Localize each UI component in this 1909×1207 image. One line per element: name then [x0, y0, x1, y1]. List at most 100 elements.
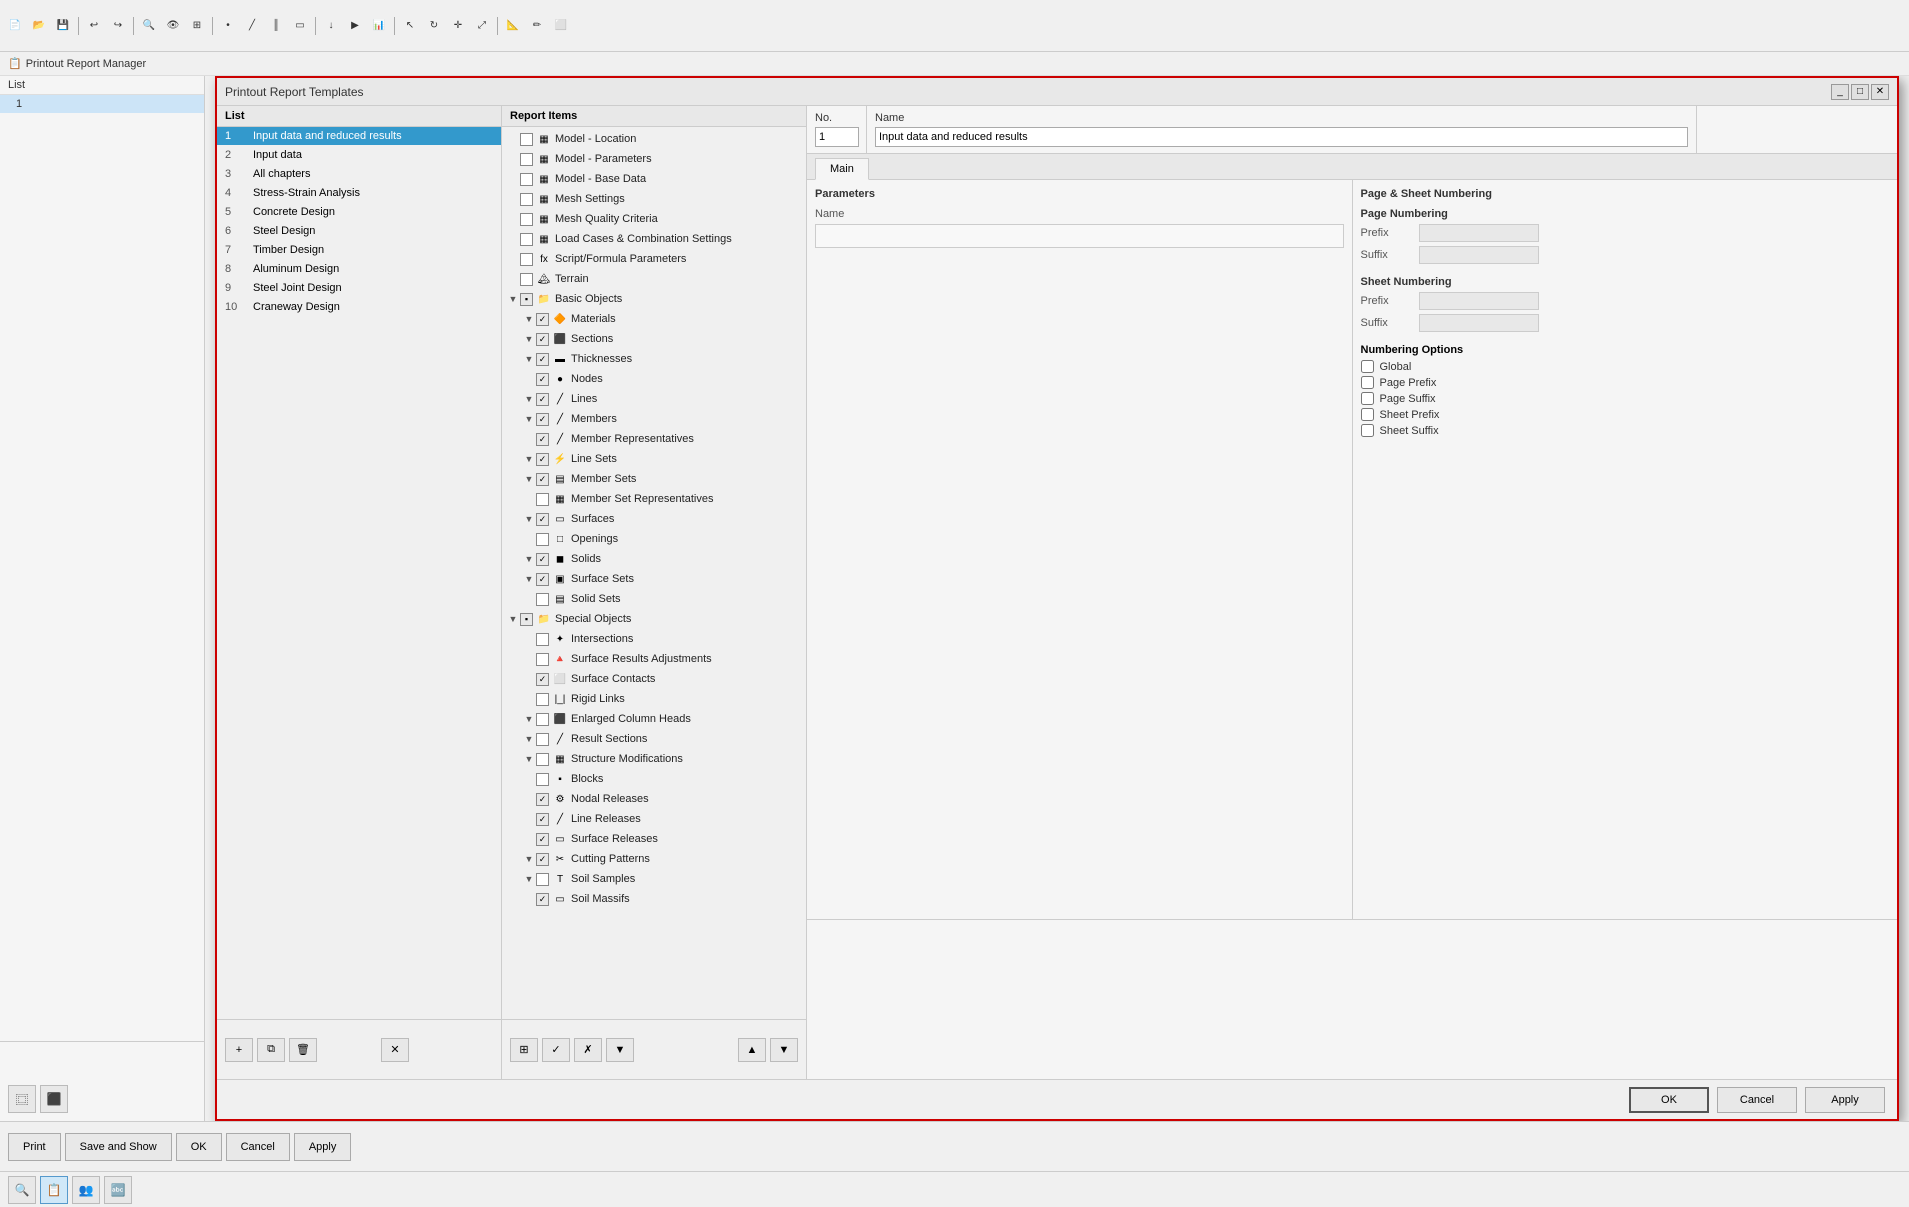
tree-expand-icon[interactable]: ▼: [506, 612, 520, 626]
status-apply-btn[interactable]: Apply: [294, 1133, 352, 1161]
tree-checkbox[interactable]: [520, 233, 533, 246]
tree-item[interactable]: □Openings: [502, 529, 806, 549]
tree-expand-icon[interactable]: ▼: [522, 712, 536, 726]
tree-checkbox[interactable]: ▪: [520, 293, 533, 306]
toolbar-btn-grid[interactable]: ⊞: [186, 15, 208, 37]
toolbar-btn-select[interactable]: ↖: [399, 15, 421, 37]
no-input[interactable]: [815, 127, 859, 147]
tree-item[interactable]: ▦Member Set Representatives: [502, 489, 806, 509]
tree-checkbox[interactable]: [536, 873, 549, 886]
list-item[interactable]: 8Aluminum Design: [217, 260, 501, 279]
sheet-prefix-input[interactable]: [1419, 292, 1539, 310]
tab-main[interactable]: Main: [815, 158, 869, 180]
tree-checkbox[interactable]: [520, 193, 533, 206]
tree-item[interactable]: ✓╱Member Representatives: [502, 429, 806, 449]
tree-checkbox[interactable]: ✓: [536, 393, 549, 406]
tree-item[interactable]: ▼✓╱Lines: [502, 389, 806, 409]
tree-checkbox[interactable]: [520, 173, 533, 186]
tree-expand-icon[interactable]: ▼: [522, 312, 536, 326]
tree-item[interactable]: ▼✓▤Member Sets: [502, 469, 806, 489]
tree-checkbox[interactable]: [536, 653, 549, 666]
tree-checkbox[interactable]: [536, 753, 549, 766]
tree-checkbox[interactable]: [536, 693, 549, 706]
tree-expand-icon[interactable]: ▼: [522, 852, 536, 866]
list-item[interactable]: 9Steel Joint Design: [217, 279, 501, 298]
tree-checkbox[interactable]: ✓: [536, 793, 549, 806]
tree-checkbox[interactable]: [536, 733, 549, 746]
tree-item[interactable]: ▼╱Result Sections: [502, 729, 806, 749]
tree-item[interactable]: ▼✓◼Solids: [502, 549, 806, 569]
list-item[interactable]: 5Concrete Design: [217, 203, 501, 222]
tree-item[interactable]: ▼✓✂Cutting Patterns: [502, 849, 806, 869]
tree-item[interactable]: ▦Model - Parameters: [502, 149, 806, 169]
tree-item[interactable]: ▼✓╱Members: [502, 409, 806, 429]
tree-expand-icon[interactable]: ▼: [522, 552, 536, 566]
app-bar-translate-icon[interactable]: 🔤: [104, 1176, 132, 1204]
tree-checkbox[interactable]: ✓: [536, 453, 549, 466]
tree-expand-btn[interactable]: ⊞: [510, 1038, 538, 1062]
toolbar-btn-member[interactable]: ║: [265, 15, 287, 37]
status-ok-btn[interactable]: OK: [176, 1133, 222, 1161]
tree-checkbox[interactable]: ▪: [520, 613, 533, 626]
list-item[interactable]: 6Steel Design: [217, 222, 501, 241]
tree-checkbox[interactable]: ✓: [536, 573, 549, 586]
report-items-tree[interactable]: ▦Model - Location▦Model - Parameters▦Mod…: [502, 127, 806, 1019]
tree-expand-icon[interactable]: ▼: [522, 472, 536, 486]
opt-sheet-prefix-checkbox[interactable]: [1361, 408, 1374, 421]
list-item[interactable]: 10Craneway Design: [217, 298, 501, 317]
tree-checkbox[interactable]: ✓: [536, 673, 549, 686]
tree-expand-icon[interactable]: ▼: [506, 292, 520, 306]
opt-page-prefix-checkbox[interactable]: [1361, 376, 1374, 389]
opt-sheet-suffix-checkbox[interactable]: [1361, 424, 1374, 437]
tree-checkbox[interactable]: ✓: [536, 553, 549, 566]
tree-checkbox[interactable]: ✓: [536, 333, 549, 346]
toolbar-btn-move[interactable]: ✛: [447, 15, 469, 37]
tree-checkbox[interactable]: ✓: [536, 833, 549, 846]
dialog-ok-btn[interactable]: OK: [1629, 1087, 1709, 1113]
tree-checkbox[interactable]: [536, 593, 549, 606]
dialog-template-list[interactable]: 1Input data and reduced results2Input da…: [217, 127, 501, 1019]
tree-item[interactable]: ✓⬜Surface Contacts: [502, 669, 806, 689]
tree-item[interactable]: ▼✓⚡Line Sets: [502, 449, 806, 469]
dialog-close-btn[interactable]: ✕: [1871, 84, 1889, 100]
tree-expand-icon[interactable]: ▼: [522, 752, 536, 766]
tree-filter-btn[interactable]: ▼: [606, 1038, 634, 1062]
tree-checkbox[interactable]: ✓: [536, 373, 549, 386]
toolbar-btn-section[interactable]: ⬜: [550, 15, 572, 37]
dialog-maximize-btn[interactable]: □: [1851, 84, 1869, 100]
tree-checkbox[interactable]: [520, 253, 533, 266]
dialog-apply-btn[interactable]: Apply: [1805, 1087, 1885, 1113]
tree-item[interactable]: ▼▪📁Special Objects: [502, 609, 806, 629]
tree-item[interactable]: ▼✓▬Thicknesses: [502, 349, 806, 369]
list-item[interactable]: 2Input data: [217, 146, 501, 165]
page-prefix-input[interactable]: [1419, 224, 1539, 242]
tree-checkbox[interactable]: [536, 633, 549, 646]
tree-uncheck-btn[interactable]: ✗: [574, 1038, 602, 1062]
toolbar-btn-annotate[interactable]: ✏: [526, 15, 548, 37]
tree-checkbox[interactable]: [536, 533, 549, 546]
toolbar-btn-line[interactable]: ╱: [241, 15, 263, 37]
tree-expand-icon[interactable]: ▼: [522, 352, 536, 366]
tree-checkbox[interactable]: ✓: [536, 513, 549, 526]
status-print-btn[interactable]: Print: [8, 1133, 61, 1161]
tree-item[interactable]: ▪Blocks: [502, 769, 806, 789]
toolbar-btn-open[interactable]: 📂: [28, 15, 50, 37]
dialog-cancel-btn[interactable]: Cancel: [1717, 1087, 1797, 1113]
tree-expand-icon[interactable]: ▼: [522, 872, 536, 886]
tree-expand-icon[interactable]: ▼: [522, 452, 536, 466]
toolbar-btn-view[interactable]: 👁: [162, 15, 184, 37]
tree-item[interactable]: ▼✓🔶Materials: [502, 309, 806, 329]
toolbar-btn-load[interactable]: ↓: [320, 15, 342, 37]
tree-expand-icon[interactable]: ▼: [522, 732, 536, 746]
toolbar-btn-undo[interactable]: ↩: [83, 15, 105, 37]
tree-check-btn[interactable]: ✓: [542, 1038, 570, 1062]
tree-item[interactable]: ▼✓▭Surfaces: [502, 509, 806, 529]
tree-item[interactable]: ▼▪📁Basic Objects: [502, 289, 806, 309]
tree-checkbox[interactable]: ✓: [536, 433, 549, 446]
tree-item[interactable]: |_|Rigid Links: [502, 689, 806, 709]
copy-template-btn[interactable]: ⧉: [257, 1038, 285, 1062]
tree-checkbox[interactable]: [520, 213, 533, 226]
tree-item[interactable]: ▼✓▣Surface Sets: [502, 569, 806, 589]
export-icon-btn[interactable]: ⬛: [40, 1085, 68, 1113]
tree-item[interactable]: ✓▭Soil Massifs: [502, 889, 806, 909]
